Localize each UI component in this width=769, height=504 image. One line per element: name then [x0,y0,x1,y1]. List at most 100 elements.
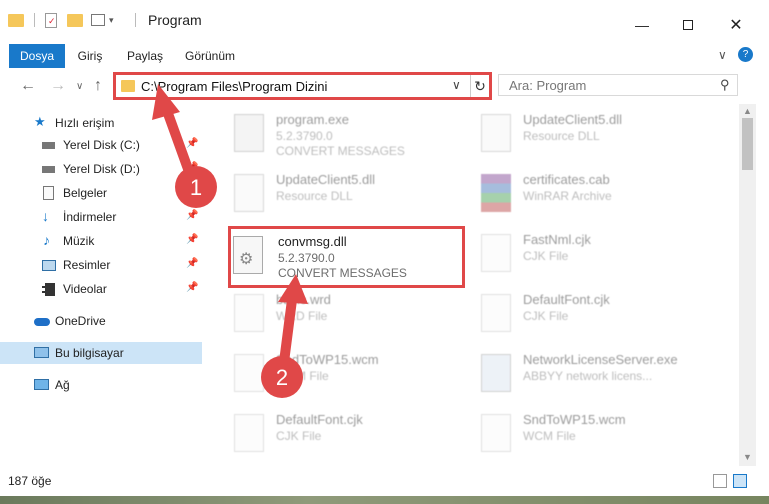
file-name: SndToWP15.wcm [276,352,379,367]
file-detail: CJK File [523,249,569,263]
gear-icon: ⚙ [239,251,254,268]
expand-ribbon-icon[interactable]: ∨ [718,48,727,62]
window-title: Program [148,12,202,28]
sidebar-item-this-pc[interactable]: Bu bilgisayar [0,342,202,364]
close-button[interactable]: ✕ [714,10,758,40]
search-input[interactable]: Ara: Program ⚲ [498,74,738,96]
sidebar-item-disk-d[interactable]: Yerel Disk (D:) 📌 [0,158,202,180]
pin-icon[interactable]: 📌 [186,186,198,197]
sidebar-item-music[interactable]: ♪ Müzik 📌 [0,230,202,252]
search-placeholder: Ara: Program [509,78,587,93]
help-icon[interactable]: ? [738,47,753,62]
sidebar-item-label: Hızlı erişim [55,116,115,130]
exe-icon [481,354,511,392]
search-icon: ⚲ [720,77,730,92]
scroll-down-icon[interactable]: ▼ [739,452,756,466]
sidebar-item-downloads[interactable]: ↓ İndirmeler 📌 [0,206,202,228]
file-item[interactable]: UpdateClient5.dll Resource DLL [459,106,709,166]
file-icon [234,354,264,392]
sidebar-item-pictures[interactable]: Resimler 📌 [0,254,202,276]
sidebar-item-network[interactable]: Ağ [0,374,202,396]
file-detail: WCM File [523,429,576,443]
sidebar-item-label: Ağ [55,378,70,392]
tab-gorunum[interactable]: Görünüm [178,44,242,68]
file-detail: 5.2.3790.0 [278,251,335,265]
file-list: program.exe 5.2.3790.0 CONVERT MESSAGES … [212,104,738,466]
large-icons-view-icon[interactable] [733,474,747,488]
pin-icon[interactable]: 📌 [186,138,198,149]
file-detail: ABBYY network licens... [523,369,653,383]
exe-icon [234,114,264,152]
title-separator [135,13,136,27]
minimize-icon: — [635,17,649,33]
sidebar-item-documents[interactable]: Belgeler 📌 [0,182,202,204]
customize-icon[interactable] [91,14,105,26]
file-name: program.exe [276,112,349,127]
file-item-convmsg[interactable]: ⚙ convmsg.dll 5.2.3790.0 CONVERT MESSAGE… [228,226,465,288]
file-detail: WRD File [276,309,328,323]
file-icon [234,294,264,332]
forward-arrow-icon[interactable]: → [50,77,66,95]
star-icon: ★ [34,114,46,129]
up-arrow-icon[interactable]: ↑ [94,77,102,95]
sidebar-item-onedrive[interactable]: OneDrive [0,310,202,332]
file-detail: CJK File [276,429,322,443]
document-icon [43,186,54,200]
file-item[interactable]: UpdateClient5.dll Resource DLL [212,166,462,226]
recent-chevron-icon[interactable]: ∨ [76,81,83,92]
pin-icon[interactable]: 📌 [186,258,198,269]
file-item[interactable]: FastNml.cjk CJK File [459,226,709,286]
refresh-icon[interactable]: ↻ [470,75,489,97]
file-item[interactable]: program.exe 5.2.3790.0 CONVERT MESSAGES [212,106,462,166]
file-item[interactable]: SndToWP15.wcm WCM File [212,346,462,406]
sidebar-item-label: Belgeler [63,186,108,200]
pin-icon[interactable]: 📌 [186,210,198,221]
chevron-down-icon[interactable]: ∨ [452,78,461,92]
sidebar-item-label: Videolar [63,282,107,296]
scroll-thumb[interactable] [742,118,753,170]
maximize-button[interactable] [666,10,710,40]
status-bar: 187 öğe [0,466,769,496]
computer-icon [34,347,49,358]
file-detail: CJK File [523,309,569,323]
tab-giris[interactable]: Giriş [67,44,113,68]
tab-dosya[interactable]: Dosya [9,44,65,68]
file-name: certificates.cab [523,172,610,187]
file-detail: Resource DLL [523,129,600,143]
address-bar[interactable]: C:\Program Files\Program Dizini ∨ ↻ [113,72,492,100]
file-item[interactable]: DefaultFont.cjk CJK File [212,406,462,466]
quick-access-toolbar: ✓ ▾ [8,10,114,30]
details-view-icon[interactable] [713,474,727,488]
sidebar-item-label: Müzik [63,234,95,248]
file-name: UpdateClient5.dll [276,172,376,187]
back-arrow-icon[interactable]: ← [20,77,36,95]
file-name: UpdateClient5.dll [523,112,623,127]
file-item[interactable]: certificates.cab WinRAR Archive [459,166,709,226]
file-name: FastNml.cjk [523,232,591,247]
file-icon [481,294,511,332]
folder-icon[interactable] [8,13,24,27]
file-name: SndToWP15.wcm [523,412,626,427]
properties-icon[interactable]: ✓ [45,12,57,28]
sidebar-item-disk-c[interactable]: Yerel Disk (C:) 📌 [0,134,202,156]
file-item[interactable]: SndToWP15.wcm WCM File [459,406,709,466]
sidebar-item-videos[interactable]: Videolar 📌 [0,278,202,300]
pin-icon[interactable]: 📌 [186,282,198,293]
minimize-button[interactable]: — [620,10,664,40]
sidebar-item-quick-access[interactable]: ★ Hızlı erişim [0,112,202,134]
address-path[interactable]: C:\Program Files\Program Dizini [141,79,327,94]
file-name: NetworkLicenseServer.exe [523,352,678,367]
vertical-scrollbar[interactable]: ▲ ▼ [739,104,756,466]
archive-icon [481,174,511,212]
file-item[interactable]: DefaultFont.cjk CJK File [459,286,709,346]
pin-icon[interactable]: 📌 [186,234,198,245]
pin-icon[interactable]: 📌 [186,162,198,173]
chevron-down-icon[interactable]: ▾ [109,15,114,26]
new-folder-icon[interactable] [67,13,83,27]
file-detail: CONVERT MESSAGES [276,144,405,158]
file-item[interactable]: basic.wrd WRD File [212,286,462,346]
file-item[interactable]: NetworkLicenseServer.exe ABBYY network l… [459,346,729,406]
sidebar-item-label: Bu bilgisayar [55,346,124,360]
drive-icon [42,142,55,149]
tab-paylas[interactable]: Paylaş [120,44,170,68]
